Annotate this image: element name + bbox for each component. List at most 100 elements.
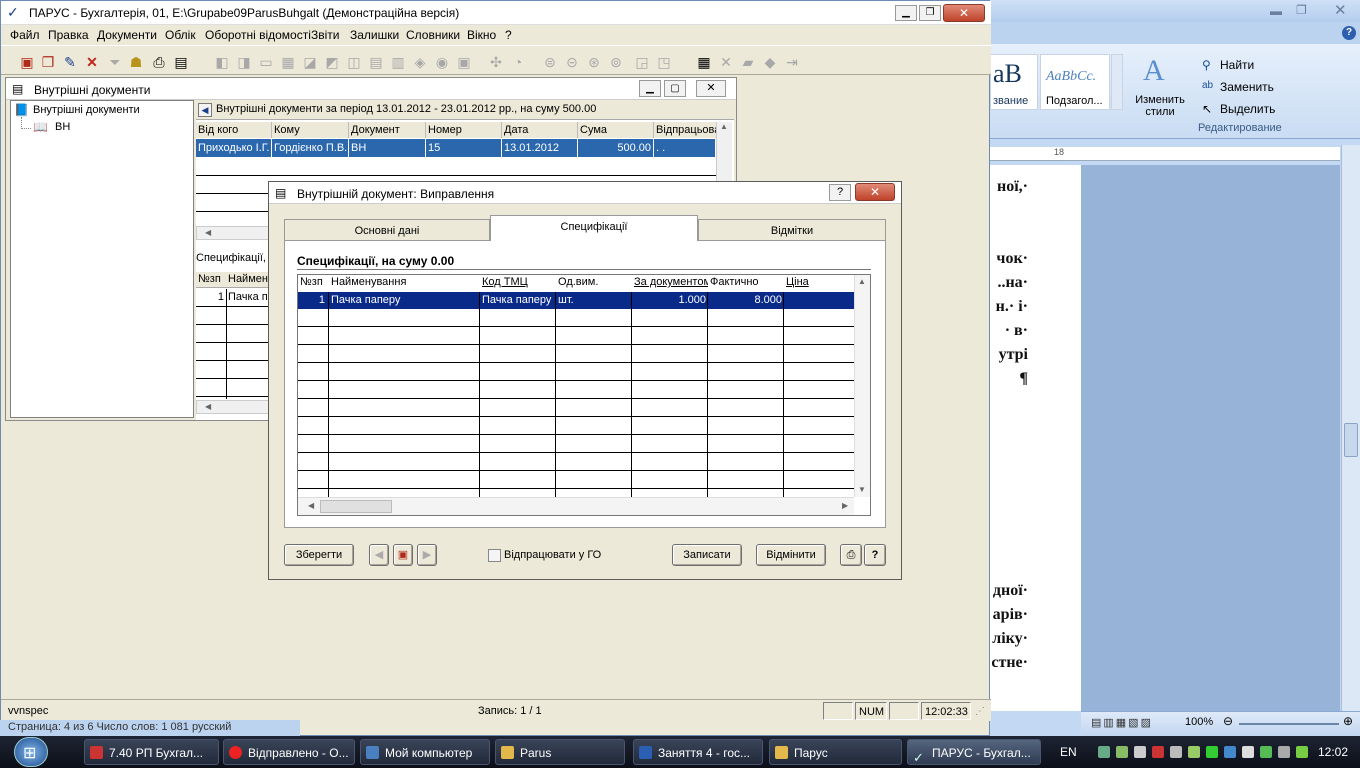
tray-icon[interactable]: [1134, 746, 1146, 758]
tool-icon[interactable]: ⊛: [585, 53, 603, 71]
zoom-out-icon[interactable]: ⊖: [1223, 714, 1233, 728]
save-button[interactable]: Зберегти: [284, 544, 354, 566]
cancel-button[interactable]: Відмінити: [756, 544, 826, 566]
doc-button[interactable]: ▣: [393, 544, 413, 566]
horizontal-scrollbar[interactable]: ◀ ▶: [298, 497, 854, 515]
change-styles-icon[interactable]: A: [1143, 54, 1165, 88]
col-header[interactable]: Номер: [426, 122, 502, 138]
scroll-right-icon[interactable]: ▶: [842, 501, 848, 510]
tool-icon[interactable]: ◆: [761, 53, 779, 71]
clock[interactable]: 12:02: [1318, 745, 1348, 759]
menu-help[interactable]: ?: [505, 28, 512, 42]
tool-icon[interactable]: ▣: [455, 53, 473, 71]
exit-icon[interactable]: ⇥: [783, 53, 801, 71]
close-button[interactable]: ✕: [696, 80, 726, 97]
zoom-in-icon[interactable]: ⊕: [1343, 714, 1353, 728]
tray-icon[interactable]: [1296, 746, 1308, 758]
scroll-thumb[interactable]: [1344, 423, 1358, 457]
restore-button[interactable]: ❐: [919, 5, 941, 21]
tool-icon[interactable]: ◫: [345, 53, 363, 71]
menu-turnover[interactable]: Оборотні відомості: [205, 28, 311, 42]
back-arrow-icon[interactable]: ◀: [198, 103, 212, 117]
filter-icon[interactable]: ⏷: [106, 53, 124, 71]
process-checkbox[interactable]: [488, 549, 501, 562]
tray-icon[interactable]: [1098, 746, 1110, 758]
vertical-scrollbar[interactable]: ▲ ▼: [854, 275, 870, 497]
style-gallery-scroll[interactable]: [1111, 54, 1123, 110]
tool-icon[interactable]: ◪: [301, 53, 319, 71]
folder-icon[interactable]: ▰: [739, 53, 757, 71]
taskbar-item[interactable]: Заняття 4 - гос...: [633, 739, 763, 765]
menu-file[interactable]: Файл: [10, 28, 40, 42]
tool-icon[interactable]: ⊝: [563, 53, 581, 71]
tab-marks[interactable]: Відмітки: [698, 219, 886, 241]
col-header[interactable]: №зп: [198, 273, 221, 285]
zoom-level[interactable]: 100%: [1185, 716, 1213, 728]
tools-icon[interactable]: ✕: [717, 53, 735, 71]
tray-icon[interactable]: [1224, 746, 1236, 758]
edit-doc-icon[interactable]: ✎: [61, 53, 79, 71]
scroll-down-icon[interactable]: ▼: [858, 485, 866, 494]
tool-icon[interactable]: ▥: [389, 53, 407, 71]
col-header[interactable]: Од.вим.: [556, 275, 632, 290]
minimize-icon[interactable]: ▬: [1270, 4, 1282, 18]
replace-button[interactable]: Заменить: [1220, 80, 1274, 94]
menu-balances[interactable]: Залишки: [350, 28, 399, 42]
tree-root[interactable]: Внутрішні документи: [33, 104, 140, 116]
maximize-button[interactable]: ▢: [664, 80, 686, 97]
find-button[interactable]: Найти: [1220, 58, 1254, 72]
print-button[interactable]: ⎙: [840, 544, 862, 566]
tool-icon[interactable]: ◈: [411, 53, 429, 71]
start-button[interactable]: ⊞: [14, 737, 48, 767]
col-header[interactable]: Ціна: [784, 275, 854, 290]
tab-specifications[interactable]: Специфікації: [490, 215, 698, 241]
tray-icon[interactable]: [1188, 746, 1200, 758]
find-icon[interactable]: ☗: [127, 53, 145, 71]
help-button[interactable]: ?: [864, 544, 886, 566]
taskbar-item[interactable]: Мой компьютер: [360, 739, 490, 765]
tool-icon[interactable]: ◩: [323, 53, 341, 71]
help-icon[interactable]: ?: [1342, 26, 1356, 40]
word-vertical-scrollbar[interactable]: [1341, 145, 1360, 711]
scroll-left-icon[interactable]: ◀: [205, 402, 211, 411]
tool-icon[interactable]: ◧: [213, 53, 231, 71]
language-indicator[interactable]: EN: [1060, 745, 1077, 759]
menu-window[interactable]: Вікно: [467, 28, 496, 42]
style-gallery-item-title[interactable]: aB звание: [990, 54, 1038, 110]
calculator-icon[interactable]: ▦: [695, 53, 713, 71]
scroll-up-icon[interactable]: ▲: [720, 122, 728, 131]
tray-icon[interactable]: [1116, 746, 1128, 758]
help-title-button[interactable]: ?: [829, 184, 851, 201]
tray-icon[interactable]: [1152, 746, 1164, 758]
tool-icon[interactable]: ⊜: [541, 53, 559, 71]
minimize-button[interactable]: ▁: [895, 5, 917, 21]
print-icon[interactable]: ⎙: [150, 53, 168, 71]
tray-icon[interactable]: [1206, 746, 1218, 758]
tool-icon[interactable]: ▦: [279, 53, 297, 71]
tool-icon[interactable]: ◔: [509, 53, 527, 71]
col-header[interactable]: Документ: [349, 122, 426, 138]
taskbar-item[interactable]: Парус: [769, 739, 902, 765]
resize-grip-icon[interactable]: ⋰: [975, 706, 985, 717]
tool-icon[interactable]: ◲: [633, 53, 651, 71]
col-header[interactable]: Від кого: [196, 122, 272, 138]
style-gallery-item-subtitle[interactable]: AaBbCc. Подзагол...: [1040, 54, 1110, 110]
menu-documents[interactable]: Документи: [97, 28, 157, 42]
word-document-page[interactable]: ної,· чок· ..на· н.· і· · в· утрі ¶ дної…: [990, 165, 1081, 711]
network-icon[interactable]: [1278, 746, 1290, 758]
tool-icon[interactable]: ◨: [235, 53, 253, 71]
close-icon[interactable]: ✕: [1334, 1, 1347, 19]
table-row[interactable]: 1 Пачка паперу Пачка паперу шт. 1.000 8.…: [298, 292, 854, 309]
taskbar-item[interactable]: Відправлено - О...: [223, 739, 355, 765]
package-icon[interactable]: ▤: [172, 53, 190, 71]
close-button[interactable]: ✕: [943, 4, 985, 22]
next-button[interactable]: ▶: [417, 544, 437, 566]
col-header[interactable]: Фактично: [708, 275, 784, 290]
scroll-thumb[interactable]: [320, 500, 392, 513]
delete-icon[interactable]: ✕: [83, 53, 101, 71]
scroll-left-icon[interactable]: ◀: [205, 228, 211, 237]
tray-icon[interactable]: [1170, 746, 1182, 758]
menu-edit[interactable]: Правка: [48, 28, 89, 42]
view-buttons[interactable]: ▤▥▦▧▨: [1091, 716, 1153, 729]
close-button[interactable]: ✕: [855, 183, 895, 201]
